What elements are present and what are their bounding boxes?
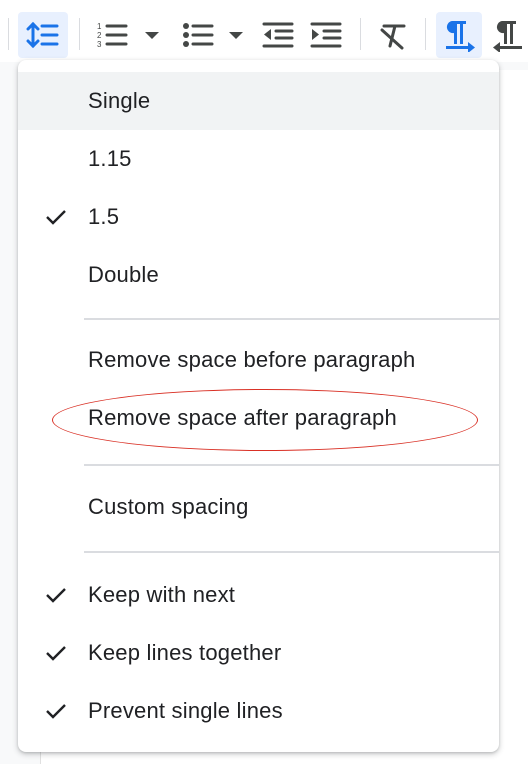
menu-item-label: Remove space before paragraph	[88, 347, 416, 372]
menu-item-double[interactable]: Double	[18, 246, 499, 304]
line-spacing-icon	[26, 21, 59, 49]
svg-text:3: 3	[97, 40, 102, 49]
decrease-indent-button[interactable]	[258, 12, 298, 58]
chevron-down-icon	[145, 32, 159, 39]
menu-item-custom-spacing[interactable]: Custom spacing	[18, 478, 499, 536]
menu-divider	[84, 551, 499, 553]
checkmark-icon	[46, 704, 66, 719]
clear-formatting-button[interactable]	[373, 12, 413, 58]
chevron-down-icon	[229, 32, 243, 39]
menu-item-prevent-single-lines[interactable]: Prevent single lines	[18, 682, 499, 740]
bulleted-list-dropdown[interactable]	[224, 12, 248, 58]
menu-item-keep-with-next[interactable]: Keep with next	[18, 566, 499, 624]
menu-item-1-5[interactable]: 1.5	[18, 188, 499, 246]
line-spacing-button[interactable]	[18, 12, 68, 58]
rtl-paragraph-button[interactable]	[490, 12, 528, 58]
clear-formatting-icon	[380, 24, 406, 50]
toolbar-separator	[425, 18, 426, 50]
menu-item-single[interactable]: Single	[18, 72, 499, 130]
ltr-paragraph-button[interactable]	[436, 12, 482, 58]
decrease-indent-icon	[262, 22, 294, 48]
rtl-paragraph-icon	[493, 21, 522, 52]
line-spacing-menu: Single 1.15 1.5 Double Remove space befo…	[18, 60, 499, 752]
numbered-list-icon: 123	[97, 22, 128, 49]
menu-item-label: Custom spacing	[88, 494, 249, 519]
menu-item-keep-lines-together[interactable]: Keep lines together	[18, 624, 499, 682]
bulleted-list-icon	[183, 23, 214, 47]
toolbar-separator	[79, 18, 80, 50]
increase-indent-button[interactable]	[306, 12, 346, 58]
numbered-list-button[interactable]: 123	[92, 12, 132, 58]
menu-item-label: Single	[88, 88, 151, 113]
toolbar-separator	[360, 18, 361, 50]
menu-item-label: Prevent single lines	[88, 698, 283, 723]
menu-item-1-15[interactable]: 1.15	[18, 130, 499, 188]
toolbar-separator	[8, 18, 9, 50]
menu-item-label: 1.15	[88, 146, 132, 171]
menu-item-label: Keep lines together	[88, 640, 282, 665]
menu-item-label: Double	[88, 262, 159, 287]
menu-item-label: 1.5	[88, 204, 120, 229]
numbered-list-dropdown[interactable]	[140, 12, 164, 58]
checkmark-icon	[46, 646, 66, 661]
checkmark-icon	[46, 588, 66, 603]
menu-item-remove-space-before[interactable]: Remove space before paragraph	[18, 331, 499, 389]
menu-item-label: Remove space after paragraph	[88, 405, 397, 430]
formatting-toolbar: 123	[0, 0, 528, 62]
svg-text:1: 1	[97, 22, 102, 31]
menu-item-remove-space-after[interactable]: Remove space after paragraph	[18, 389, 499, 447]
menu-divider	[84, 318, 499, 320]
svg-text:2: 2	[97, 31, 102, 40]
checkmark-icon	[46, 210, 66, 225]
ltr-paragraph-icon	[446, 21, 475, 52]
increase-indent-icon	[310, 22, 342, 48]
menu-divider	[84, 464, 499, 466]
menu-item-label: Keep with next	[88, 582, 236, 607]
bulleted-list-button[interactable]	[178, 12, 218, 58]
